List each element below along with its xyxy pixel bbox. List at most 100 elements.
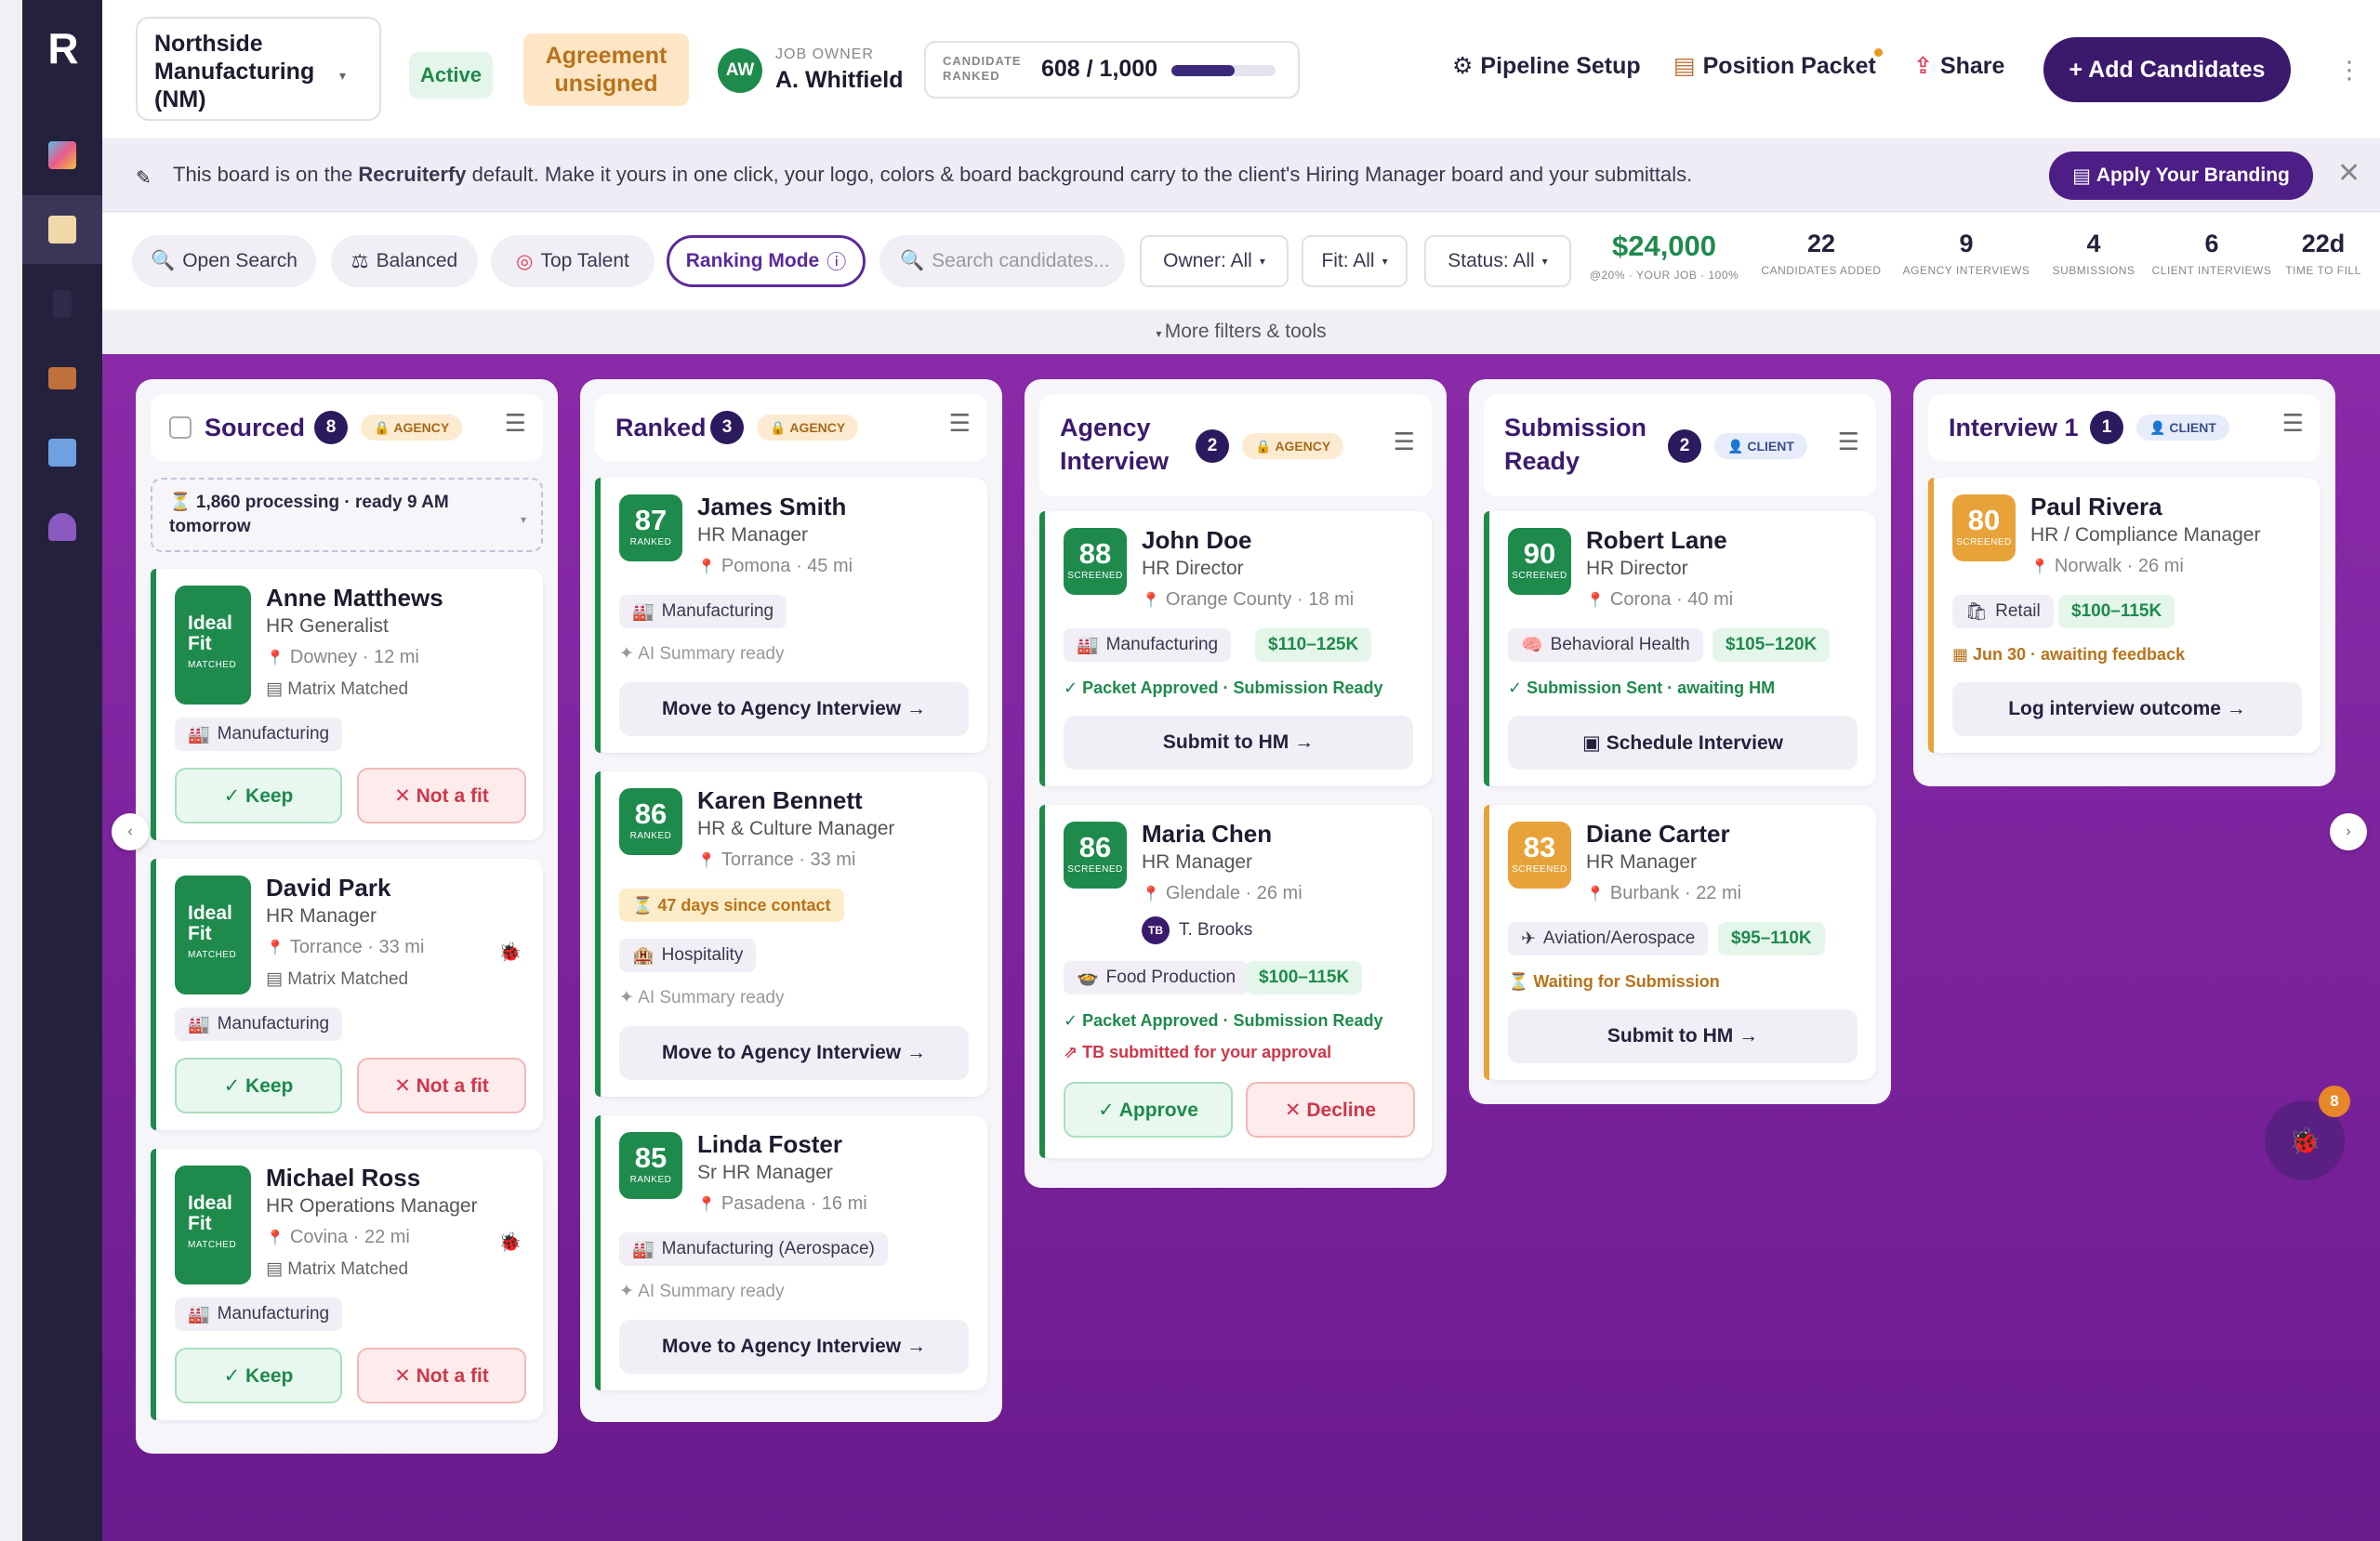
pipeline-setup-button[interactable]: ⚙ Pipeline Setup	[1452, 52, 1641, 80]
submit-to-hm-button[interactable]: Submit to HM →	[1064, 716, 1413, 770]
candidate-card[interactable]: 90 SCREENED Robert Lane HR Director 📍 Coro…	[1484, 511, 1876, 786]
keep-button[interactable]: ✓ Keep	[175, 1348, 342, 1403]
candidate-name[interactable]: Michael Ross	[266, 1164, 420, 1192]
column-title-line2: Ready	[1504, 447, 1580, 475]
ai-summary-status[interactable]: ✦ AI Summary ready	[619, 643, 784, 665]
stat-revenue: $24,000 @20% · YOUR JOB · 100%	[1586, 230, 1742, 282]
score-value: 90	[1523, 537, 1556, 570]
move-to-agency-interview-button[interactable]: Move to Agency Interview →	[619, 1026, 969, 1080]
top-talent-button[interactable]: ◎ Top Talent	[491, 235, 654, 287]
bug-icon[interactable]: 🐞	[498, 1231, 522, 1254]
fit-label: MATCHED	[188, 1240, 237, 1250]
move-to-agency-interview-button[interactable]: Move to Agency Interview →	[619, 1320, 969, 1374]
open-search-button[interactable]: 🔍 Open Search	[132, 235, 316, 287]
share-icon: ⇪	[1913, 53, 1933, 79]
card-accent	[1039, 511, 1045, 786]
not-a-fit-button[interactable]: ✕ Not a fit	[357, 1058, 526, 1113]
sidebar-item-funnel[interactable]	[22, 270, 102, 338]
candidate-card[interactable]: 83 SCREENED Diane Carter HR Manager 📍 Burb…	[1484, 805, 1876, 1080]
sidebar: R	[0, 0, 102, 1541]
not-a-fit-button[interactable]: ✕ Not a fit	[357, 1348, 526, 1403]
assigned-recruiter: TB T. Brooks	[1142, 916, 1252, 944]
menu-icon[interactable]: ☰	[2282, 409, 2304, 438]
schedule-interview-button[interactable]: ▣ Schedule Interview	[1508, 716, 1858, 770]
industry-tag: 🛍 Retail	[1952, 595, 2054, 628]
candidate-name[interactable]: John Doe	[1142, 526, 1251, 555]
log-interview-outcome-button[interactable]: Log interview outcome →	[1952, 682, 2302, 736]
sidebar-item-reports[interactable]	[22, 418, 102, 487]
sidebar-item-briefcase[interactable]	[22, 344, 102, 413]
sidebar-item-analytics[interactable]	[22, 121, 102, 190]
search-candidates-input[interactable]: 🔍 Search candidates...	[879, 235, 1125, 287]
candidate-name[interactable]: Diane Carter	[1586, 820, 1730, 849]
agreement-badge[interactable]: Agreement unsigned	[523, 33, 689, 106]
candidate-name[interactable]: Paul Rivera	[2030, 493, 2162, 521]
candidate-card[interactable]: Ideal Fit MATCHED Anne Matthews HR General…	[151, 569, 543, 840]
header: Northside Manufacturing (NM) ▾ Active Ag…	[102, 0, 2380, 139]
ai-summary-status[interactable]: ✦ AI Summary ready	[619, 1281, 784, 1302]
score-label: RANKED	[629, 537, 672, 547]
select-all-checkbox[interactable]	[169, 416, 192, 439]
move-to-agency-interview-button[interactable]: Move to Agency Interview →	[619, 682, 969, 736]
status-filter-label: Status: All	[1448, 250, 1535, 271]
owner-name[interactable]: A. Whitfield	[775, 67, 903, 94]
candidate-name[interactable]: Maria Chen	[1142, 820, 1272, 849]
scroll-left-button[interactable]: ‹	[112, 813, 149, 850]
factory-icon: 🏭	[1077, 636, 1099, 655]
location-text: Covina · 22 mi	[289, 1227, 410, 1247]
apply-branding-button[interactable]: ▤ Apply Your Branding	[2049, 151, 2313, 200]
candidate-name[interactable]: Anne Matthews	[266, 584, 443, 612]
ranking-mode-button[interactable]: Ranking Mode ⓘ	[667, 235, 866, 287]
chevron-left-icon: ‹	[127, 823, 133, 839]
approve-button[interactable]: ✓ Approve	[1064, 1082, 1233, 1138]
candidate-name[interactable]: Linda Foster	[697, 1130, 842, 1159]
ai-summary-status[interactable]: ✦ AI Summary ready	[619, 987, 784, 1008]
menu-icon[interactable]: ☰	[949, 409, 971, 438]
column-header: Sourced 8 🔒 AGENCY ☰	[151, 394, 543, 461]
sidebar-item-jobs[interactable]	[22, 195, 102, 264]
candidate-card[interactable]: 87 RANKED James Smith HR Manager 📍 Pomona …	[595, 478, 987, 753]
candidate-card[interactable]: 80 SCREENED Paul Rivera HR / Compliance M…	[1928, 478, 2320, 753]
column-header: Agency Interview 2 🔒 AGENCY ☰	[1039, 394, 1432, 496]
candidate-name[interactable]: Robert Lane	[1586, 526, 1727, 555]
menu-icon[interactable]: ☰	[1394, 428, 1415, 456]
balanced-button[interactable]: ⚖ Balanced	[331, 235, 478, 287]
sidebar-item-people[interactable]	[22, 493, 102, 561]
scroll-right-button[interactable]: ›	[2330, 813, 2367, 850]
candidate-name[interactable]: James Smith	[697, 493, 846, 521]
not-a-fit-button[interactable]: ✕ Not a fit	[357, 768, 526, 823]
app-logo[interactable]: R	[35, 20, 91, 76]
salary-tag: $100–115K	[1246, 961, 1363, 994]
keep-button[interactable]: ✓ Keep	[175, 768, 342, 823]
more-filters-toggle[interactable]: ▾ More filters & tools	[102, 310, 2380, 354]
status-filter-select[interactable]: Status: All ▾	[1424, 235, 1571, 287]
add-candidates-button[interactable]: + Add Candidates	[2043, 37, 2291, 102]
candidate-name[interactable]: Karen Bennett	[697, 786, 863, 815]
decline-button[interactable]: ✕ Decline	[1246, 1082, 1415, 1138]
candidate-card[interactable]: 86 RANKED Karen Bennett HR & Culture Mana…	[595, 771, 987, 1097]
candidate-card[interactable]: 86 SCREENED Maria Chen HR Manager 📍 Glenda…	[1039, 805, 1432, 1158]
candidate-name[interactable]: David Park	[266, 874, 390, 902]
industry-tag: 🍲 Food Production	[1064, 961, 1250, 994]
industry-tag: ✈ Aviation/Aerospace	[1508, 922, 1709, 955]
close-icon[interactable]: ✕	[2337, 157, 2360, 190]
processing-notice[interactable]: ⏳ 1,860 processing · ready 9 AM tomorrow…	[151, 478, 543, 552]
candidate-card[interactable]: 85 RANKED Linda Foster Sr HR Manager 📍 Pas…	[595, 1115, 987, 1390]
menu-icon[interactable]: ☰	[1838, 428, 1859, 456]
bug-icon[interactable]: 🐞	[498, 941, 522, 964]
submit-to-hm-button[interactable]: Submit to HM →	[1508, 1009, 1858, 1063]
share-button[interactable]: ⇪ Share	[1913, 52, 2004, 80]
owner-filter-select[interactable]: Owner: All ▾	[1140, 235, 1289, 287]
lock-icon: 🔒	[1255, 438, 1276, 454]
position-packet-button[interactable]: ▤ Position Packet	[1673, 52, 1876, 80]
menu-icon[interactable]: ☰	[505, 409, 526, 438]
candidate-card[interactable]: Ideal Fit MATCHED Michael Ross HR Operatio…	[151, 1149, 543, 1420]
company-selector[interactable]: Northside Manufacturing (NM) ▾	[136, 17, 381, 121]
candidate-card[interactable]: 88 SCREENED John Doe HR Director 📍 Orange …	[1039, 511, 1432, 786]
more-vertical-icon[interactable]: ⋮	[2337, 56, 2361, 85]
column-title-line2: Interview	[1060, 447, 1170, 475]
ranked-progress-bar	[1171, 65, 1276, 76]
candidate-card[interactable]: Ideal Fit MATCHED David Park HR Manager 📍 T…	[151, 859, 543, 1130]
keep-button[interactable]: ✓ Keep	[175, 1058, 342, 1113]
fit-filter-select[interactable]: Fit: All ▾	[1302, 235, 1408, 287]
